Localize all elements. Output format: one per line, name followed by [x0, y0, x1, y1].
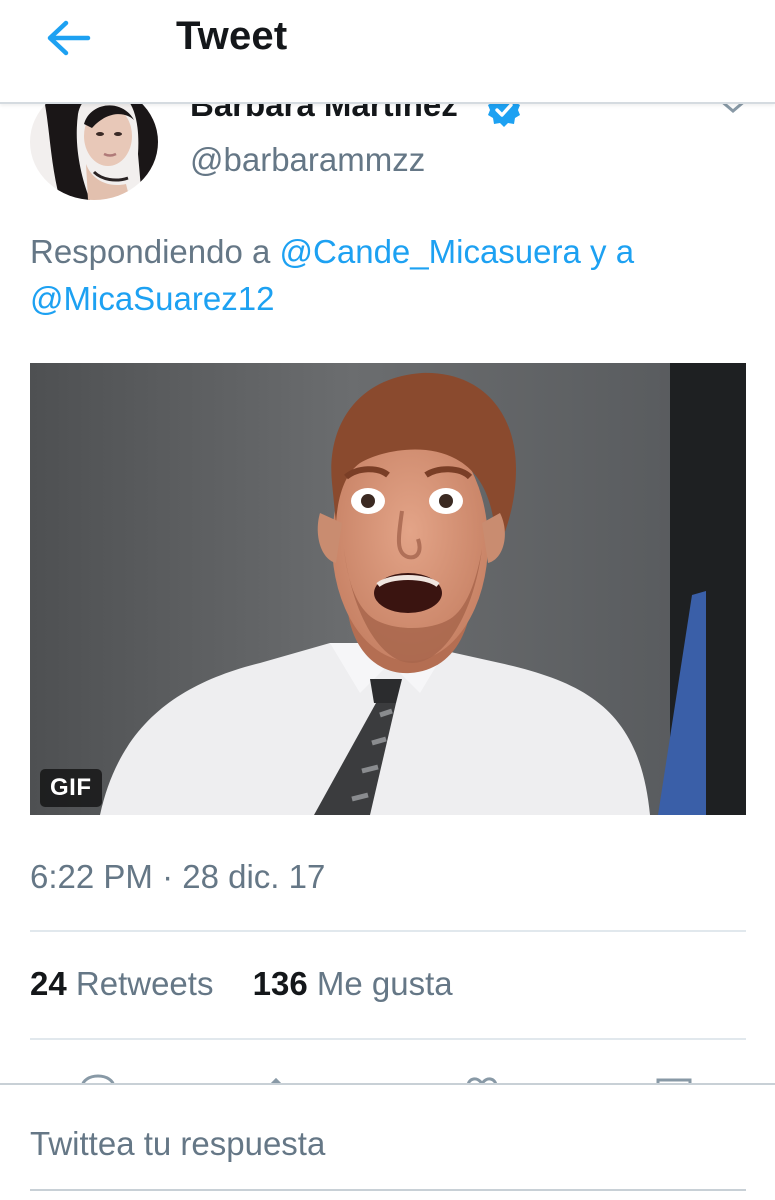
mention-link[interactable]: @MicaSuarez12 — [30, 280, 274, 317]
likes-stat[interactable]: 136 Me gusta — [253, 965, 453, 1003]
reply-composer: Twittea tu respuesta — [0, 1083, 775, 1200]
retweets-stat[interactable]: 24 Retweets — [30, 965, 213, 1003]
divider — [30, 930, 746, 932]
gif-frame — [30, 363, 746, 815]
reply-input[interactable]: Twittea tu respuesta — [30, 1125, 746, 1163]
page-title: Tweet — [176, 14, 288, 58]
tweet-gif[interactable]: GIF — [30, 363, 746, 815]
likes-label: Me gusta — [316, 965, 453, 1002]
retweets-count: 24 — [30, 965, 67, 1002]
reply-joiner: y a — [580, 233, 635, 270]
tweet-detail-screen: Barbara Martinez @barbarammzz Respondien… — [0, 0, 775, 1200]
author-handle[interactable]: @barbarammzz — [190, 141, 425, 179]
composer-underline — [30, 1189, 746, 1191]
mention-link[interactable]: @Cande_Micasuera — [280, 233, 581, 270]
retweets-label: Retweets — [75, 965, 214, 1002]
tweet-timestamp: 6:22 PM · 28 dic. 17 — [30, 858, 326, 895]
app-header: Tweet — [0, 0, 775, 104]
divider — [30, 1038, 746, 1040]
arrow-left-icon[interactable] — [42, 14, 98, 62]
reply-context: Respondiendo a @Cande_Micasuera y a @Mic… — [30, 228, 750, 322]
tweet-stats: 24 Retweets 136 Me gusta — [30, 965, 453, 1003]
reply-prefix: Respondiendo a — [30, 233, 280, 270]
gif-badge: GIF — [40, 769, 102, 807]
likes-count: 136 — [252, 965, 308, 1002]
